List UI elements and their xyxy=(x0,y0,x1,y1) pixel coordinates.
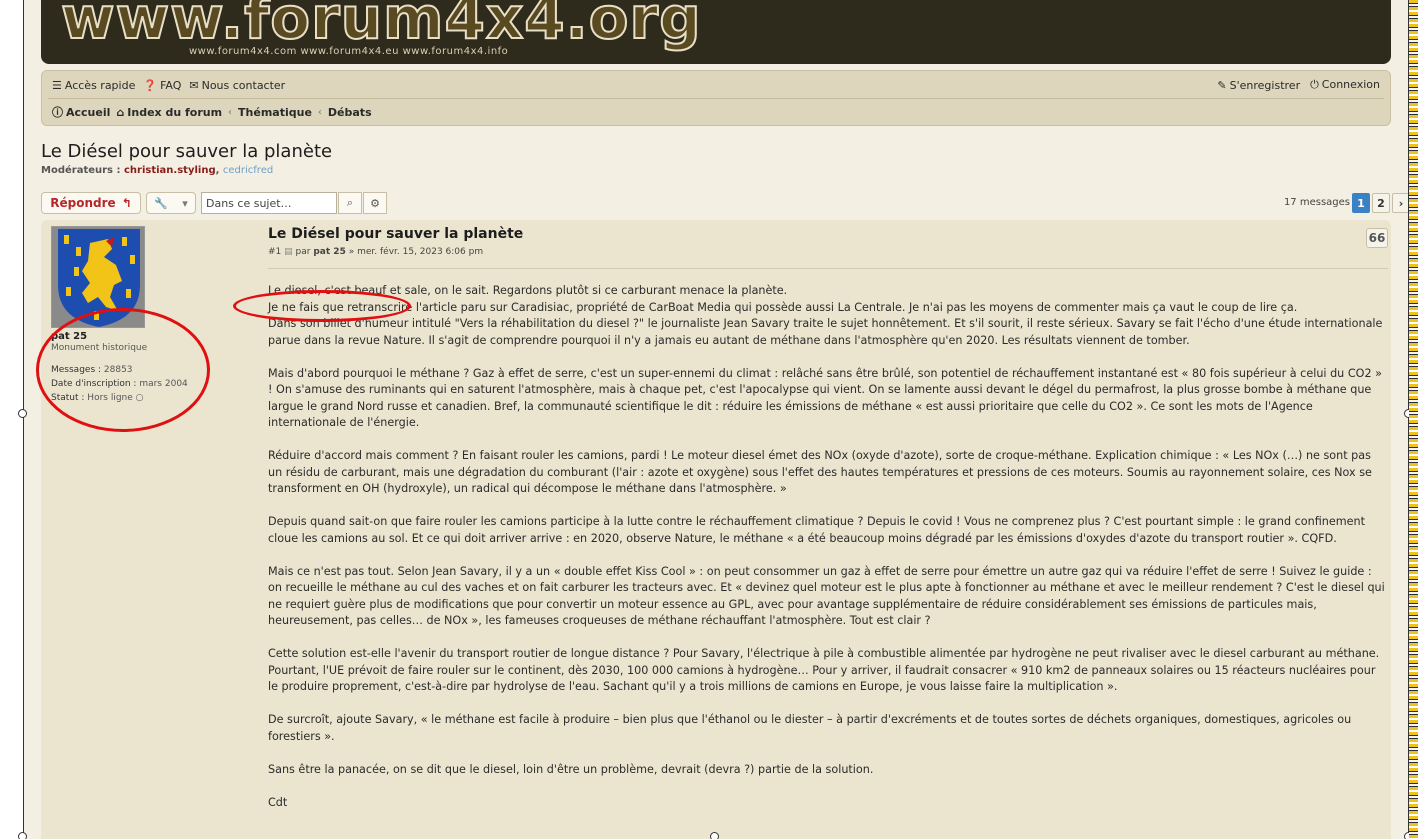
post-divider xyxy=(268,268,1388,269)
wrench-icon: 🔧 xyxy=(154,196,168,210)
forum-logo[interactable]: www.forum4x4.org xyxy=(60,0,702,53)
breadcrumb-index-label: Index du forum xyxy=(127,105,223,119)
reply-button[interactable]: Répondre ↰ xyxy=(41,192,141,214)
page-title[interactable]: Le Diésel pour sauver la planète xyxy=(41,141,332,162)
quote-icon: 66 xyxy=(1368,231,1386,245)
post-content: Le diesel, c'est beauf et sale, on le sa… xyxy=(268,283,1388,828)
envelope-icon: ✉ xyxy=(189,78,199,92)
home-icon: ⌂ xyxy=(116,105,125,119)
post-paragraph: Cette solution est-elle l'avenir du tran… xyxy=(268,647,1380,693)
reply-label: Répondre xyxy=(50,196,116,210)
chevron-right-icon: › xyxy=(1398,196,1404,210)
advanced-search-button[interactable]: ⚙ xyxy=(363,192,387,214)
breadcrumb: ⓘ Accueil ⌂ Index du forum ‹ Thématique ‹ … xyxy=(52,103,372,121)
post-paragraph: Mais d'abord pourquoi le méthane ? Gaz à… xyxy=(268,366,1382,430)
login-link[interactable]: ⏻ Connexion xyxy=(1310,78,1380,92)
navbar: ☰ Accès rapide ❓ FAQ ✉ Nous contacter ✎ S'en… xyxy=(41,70,1391,126)
post-paragraph: Réduire d'accord mais comment ? En faisa… xyxy=(268,449,1372,495)
red-annotation-ellipse xyxy=(36,308,210,432)
search-icon: ⌕ xyxy=(346,196,354,209)
post-paragraph: Mais ce n'est pas tout. Selon Jean Savar… xyxy=(268,564,1385,628)
post-title[interactable]: Le Diésel pour sauver la planète xyxy=(268,226,1388,242)
next-page-button[interactable]: › xyxy=(1392,193,1408,213)
chevron-down-icon: ▾ xyxy=(182,196,188,210)
register-link[interactable]: ✎ S'enregistrer xyxy=(1217,79,1300,92)
decorative-side-strip xyxy=(1409,0,1418,839)
power-icon: ⏻ xyxy=(1310,78,1319,91)
reply-icon: ↰ xyxy=(121,196,132,210)
post-by-label: par xyxy=(295,247,311,257)
edit-icon: ✎ xyxy=(1217,78,1227,92)
contact-label: Nous contacter xyxy=(201,78,286,92)
post-paragraph: Le diesel, c'est beauf et sale, on le sa… xyxy=(268,284,1383,347)
navbar-divider xyxy=(48,98,1384,99)
forum-banner: www.forum4x4.org www.forum4x4.com www.fo… xyxy=(41,0,1391,64)
post-body: Le Diésel pour sauver la planète #1 ▤ pa… xyxy=(268,226,1388,809)
resize-handle[interactable] xyxy=(18,832,27,839)
register-label: S'enregistrer xyxy=(1229,78,1301,92)
question-icon: ❓ xyxy=(143,78,158,92)
post-meta-author[interactable]: pat 25 xyxy=(313,247,345,257)
breadcrumb-separator: ‹ xyxy=(317,106,322,118)
contact-link[interactable]: ✉ Nous contacter xyxy=(189,79,285,92)
quote-button[interactable]: 66 xyxy=(1366,228,1388,248)
gear-icon: ⚙ xyxy=(370,196,380,210)
topic-action-bar: Répondre ↰ 🔧 ▾ Dans ce sujet… ⌕ ⚙ 17 mes… xyxy=(41,192,1408,216)
message-count: 17 messages xyxy=(1283,197,1350,208)
post-paragraph: Cdt xyxy=(268,795,288,809)
breadcrumb-thematique[interactable]: Thématique xyxy=(238,106,312,119)
menu-icon: ☰ xyxy=(52,78,62,92)
page-2-button[interactable]: 2 xyxy=(1372,193,1390,213)
search-button[interactable]: ⌕ xyxy=(338,192,362,214)
post-date: » mer. févr. 15, 2023 6:06 pm xyxy=(348,247,484,257)
faq-link[interactable]: ❓ FAQ xyxy=(143,79,181,92)
quick-access-label: Accès rapide xyxy=(64,78,136,92)
post-number[interactable]: #1 xyxy=(268,247,281,257)
info-icon: ⓘ xyxy=(52,106,63,119)
resize-handle[interactable] xyxy=(18,409,27,418)
breadcrumb-home[interactable]: ⓘ Accueil xyxy=(52,104,110,120)
login-label: Connexion xyxy=(1321,78,1380,91)
quick-access-link[interactable]: ☰ Accès rapide xyxy=(52,79,135,92)
page-1-button[interactable]: 1 xyxy=(1352,193,1370,213)
post-meta: #1 ▤ par pat 25 » mer. févr. 15, 2023 6:… xyxy=(268,247,1388,257)
topic-search-input[interactable]: Dans ce sujet… xyxy=(201,192,337,214)
post-paragraph: Sans être la panacée, on se dit que le d… xyxy=(268,762,874,776)
post-paragraph: De surcroît, ajoute Savary, « le méthane… xyxy=(268,713,1352,743)
forum-page: www.forum4x4.org www.forum4x4.com www.fo… xyxy=(24,0,1408,839)
red-annotation-ellipse xyxy=(233,290,411,322)
faq-label: FAQ xyxy=(160,78,182,92)
moderator-link[interactable]: christian.styling xyxy=(124,165,216,176)
breadcrumb-index[interactable]: ⌂ Index du forum xyxy=(116,106,222,119)
moderators-line: Modérateurs : christian.styling, cedricf… xyxy=(41,165,274,176)
moderator-link[interactable]: cedricfred xyxy=(223,165,273,176)
moderators-label: Modérateurs : xyxy=(41,165,121,176)
document-icon: ▤ xyxy=(284,247,293,257)
topic-tools-button[interactable]: 🔧 ▾ xyxy=(146,192,196,214)
breadcrumb-separator: ‹ xyxy=(228,106,233,118)
breadcrumb-debats[interactable]: Débats xyxy=(328,106,372,119)
post-paragraph: Depuis quand sait-on que faire rouler le… xyxy=(268,515,1366,545)
resize-handle[interactable] xyxy=(710,832,719,839)
forum-logo-subtitle: www.forum4x4.com www.forum4x4.eu www.for… xyxy=(189,46,509,57)
breadcrumb-home-label: Accueil xyxy=(66,106,111,119)
